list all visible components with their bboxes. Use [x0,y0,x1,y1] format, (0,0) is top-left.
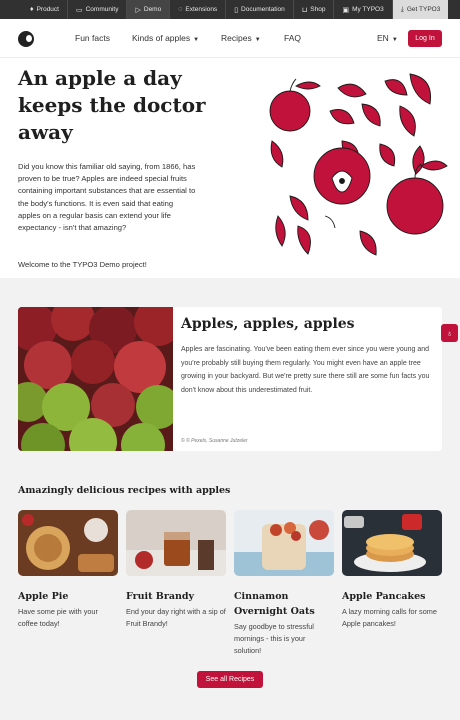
chat-icon: ▭ [75,6,83,14]
typo3-topbar: ♦ Product ▭ Community ▷ Demo ◌ Extensions ▯ D… [0,0,460,19]
chevron-down-icon: ▼ [391,37,398,43]
topbar-get-typo3[interactable]: ⤓ Get TYPO3 [392,0,449,19]
recipe-desc: Have some pie with your coffee today! [18,607,98,628]
flame-icon: ♦ [30,6,34,13]
recipe-name: Cinnamon Overnight Oats [234,591,315,617]
nav-fun-facts[interactable]: Fun facts [75,33,110,43]
puzzle-icon: ◌ [178,6,183,13]
recipe-desc: Say goodbye to stressful mornings - this… [234,622,314,655]
language-selector[interactable]: EN ▼ [377,33,398,43]
topbar-documentation[interactable]: ▯ Documentation [226,0,294,19]
chevron-down-icon: ▼ [193,37,200,43]
nav-recipes[interactable]: Recipes ▼ [221,33,261,43]
download-icon: ⤓ [400,5,404,13]
lightbulb-icon[interactable]: ♁ [441,324,458,342]
login-button[interactable]: Log In [408,30,442,47]
topbar-community[interactable]: ▭ Community [68,0,128,19]
topbar-shop[interactable]: ⊔ Shop [294,0,335,19]
see-all-recipes-button[interactable]: See all Recipes [197,671,263,688]
play-icon: ▷ [135,6,141,14]
apple-pie-photo [18,510,118,576]
chevron-down-icon: ▼ [254,37,261,43]
recipe-desc: A lazy morning calls for some Apple panc… [342,607,437,628]
recipe-name: Fruit Brandy [126,591,195,602]
topbar-demo[interactable]: ▷ Demo [127,0,171,19]
recipes-heading: Amazingly delicious recipes with apples [18,485,231,496]
feature-text: Apples are fascinating. You've been eati… [181,346,430,394]
recipe-card[interactable]: Fruit Brandy End your day right with a s… [126,510,226,630]
site-logo[interactable] [18,31,34,47]
topbar-my-typo3[interactable]: ▣ My TYPO3 [334,0,393,19]
profile-icon: ▣ [342,6,350,14]
recipe-card[interactable]: Apple Pancakes A lazy morning calls for … [342,510,442,630]
apple-pancakes-photo [342,510,442,576]
fruit-brandy-photo [126,510,226,576]
document-icon: ▯ [234,6,239,14]
topbar-extensions[interactable]: ◌ Extensions [170,0,227,19]
hero-welcome: Welcome to the TYPO3 Demo project! [18,260,147,269]
photo-credit: © © Pexels, Susanne Jutzeler [181,438,248,444]
hero-title: An apple a day keeps the doctor away [18,66,206,144]
recipe-name: Apple Pie [18,591,69,602]
recipe-desc: End your day right with a sip of Fruit B… [126,607,226,628]
hero-paragraph: Did you know this familiar old saying, f… [18,162,196,233]
cart-icon: ⊔ [301,6,308,14]
nav-faq[interactable]: FAQ [284,33,301,43]
recipe-card[interactable]: Apple Pie Have some pie with your coffee… [18,510,118,630]
feature-title: Apples, apples, apples [181,316,355,332]
apples-feature-card: Apples, apples, apples Apples are fascin… [18,307,442,451]
apple-illustration [269,73,448,256]
hero-section: An apple a day keeps the doctor away Did… [0,58,460,278]
topbar-product[interactable]: ♦ Product [0,0,68,19]
overnight-oats-photo [234,510,334,576]
recipe-name: Apple Pancakes [342,591,426,602]
apples-photo [18,307,173,451]
recipe-card[interactable]: Cinnamon Overnight Oats Say goodbye to s… [234,510,334,657]
nav-kinds-of-apples[interactable]: Kinds of apples ▼ [132,33,199,43]
main-navigation: Fun facts Kinds of apples ▼ Recipes ▼ FAQ … [0,19,460,58]
